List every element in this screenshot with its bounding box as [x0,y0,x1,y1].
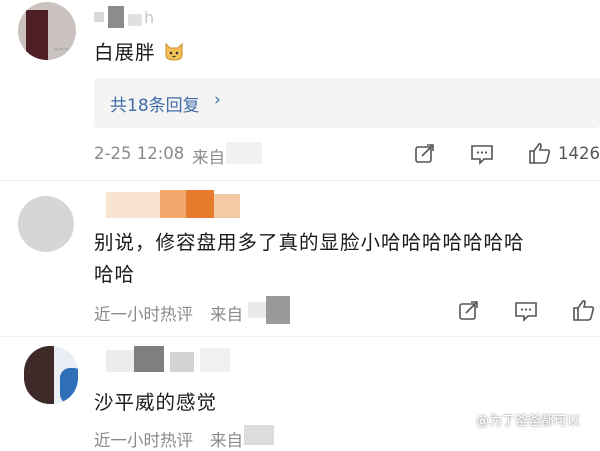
cat-face-icon [165,42,183,61]
like-count: 1426 [558,144,600,163]
username-redacted[interactable] [106,190,240,218]
comment-text: 沙平威的感觉 [94,391,218,414]
source-redacted [244,425,274,445]
like-icon[interactable] [528,141,552,165]
comment-source: 来自 [210,431,243,450]
comment-time: 近一小时热评 [94,431,193,450]
username-redacted[interactable]: h [94,6,164,28]
username-redacted[interactable] [106,346,236,372]
username-fragment: h [144,8,155,27]
comment-icon[interactable] [514,300,538,322]
comment-time: 近一小时热评 [94,305,193,324]
share-icon[interactable] [458,300,480,322]
chevron-right-icon: › [214,90,221,110]
watermark-logo-icon [458,413,472,427]
share-icon[interactable] [414,143,436,165]
replies-box[interactable]: 共18条回复 › [94,78,600,128]
avatar[interactable]: ~~~ [18,2,76,60]
comment-source: 来自 [210,305,243,324]
comment-source: 来自 [192,148,225,167]
source-redacted [248,296,290,324]
comment-time: 2-25 12:08 [94,144,185,163]
like-icon[interactable] [572,298,596,322]
avatar[interactable] [24,346,78,404]
source-redacted [226,142,262,164]
comment-icon[interactable] [470,143,494,165]
comment-text: 白展胖 [94,36,185,65]
comment-text-continued: 哈哈 [94,263,136,286]
comment-text: 别说，修容盘用多了真的显脸小哈哈哈哈哈哈哈 [94,231,525,254]
view-replies-link[interactable]: 共18条回复 [110,91,200,116]
watermark: @为了爸爸都可以 [476,414,581,429]
avatar[interactable] [18,196,74,252]
